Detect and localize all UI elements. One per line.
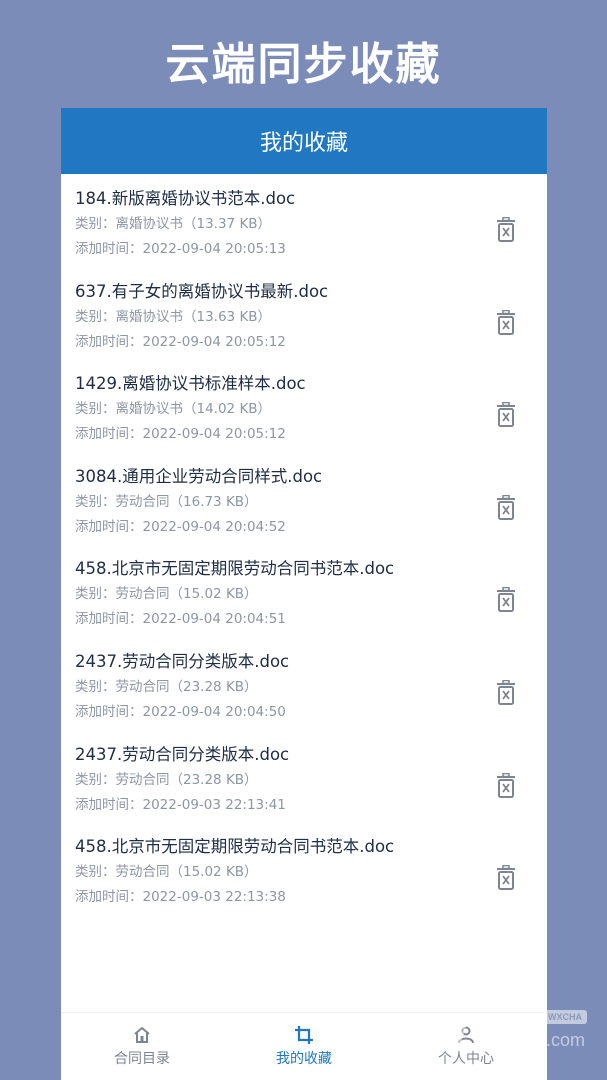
item-added-time: 添加时间：2022-09-03 22:13:41: [75, 796, 286, 813]
favorites-list: 184.新版离婚协议书范本.doc 类别：离婚协议书（13.37 KB） 添加时…: [61, 174, 547, 925]
item-category: 类别：劳动合同（23.28 KB）: [75, 678, 258, 695]
watermark-suffix: .com: [545, 1030, 585, 1050]
list-item[interactable]: 1429.离婚协议书标准样本.doc 类别：离婚协议书（14.02 KB） 添加…: [61, 369, 547, 462]
list-item[interactable]: 458.北京市无固定期限劳动合同书范本.doc 类别：劳动合同（15.02 KB…: [61, 832, 547, 925]
nav-bar: 我的收藏: [61, 108, 547, 174]
trash-icon[interactable]: [495, 587, 517, 613]
item-added-time: 添加时间：2022-09-04 20:05:12: [75, 333, 286, 350]
trash-icon[interactable]: [495, 772, 517, 799]
list-item[interactable]: 184.新版离婚协议书范本.doc 类别：离婚协议书（13.37 KB） 添加时…: [61, 184, 547, 277]
trash-icon[interactable]: [495, 679, 517, 706]
watermark-text: 微茶: [437, 1018, 499, 1053]
tab-label: 我的收藏: [276, 1051, 332, 1067]
list-item[interactable]: 637.有子女的离婚协议书最新.doc 类别：离婚协议书（13.63 KB） 添…: [61, 277, 547, 370]
list-item[interactable]: 3084.通用企业劳动合同样式.doc 类别：劳动合同（16.73 KB） 添加…: [61, 462, 547, 555]
watermark-logo: 微茶 WXCHA .com: [429, 1008, 589, 1058]
trash-icon[interactable]: [495, 217, 517, 243]
tab-contract-catalog[interactable]: 合同目录: [61, 1013, 223, 1080]
item-category: 类别：离婚协议书（14.02 KB）: [75, 401, 272, 418]
item-added-time: 添加时间：2022-09-04 20:05:13: [75, 241, 286, 257]
watermark-badge: WXCHA: [543, 1010, 587, 1024]
item-title[interactable]: 3084.通用企业劳动合同样式.doc: [75, 464, 547, 490]
item-added-time: 添加时间：2022-09-04 20:04:50: [75, 703, 286, 720]
home-icon: [134, 1027, 150, 1043]
list-item[interactable]: 458.北京市无固定期限劳动合同书范本.doc 类别：劳动合同（15.02 KB…: [61, 554, 547, 647]
item-title[interactable]: 2437.劳动合同分类版本.doc: [75, 649, 547, 675]
item-category: 类别：劳动合同（23.28 KB）: [75, 771, 258, 788]
item-title[interactable]: 1429.离婚协议书标准样本.doc: [75, 371, 547, 397]
item-category: 类别：离婚协议书（13.63 KB）: [75, 308, 272, 325]
item-title[interactable]: 637.有子女的离婚协议书最新.doc: [75, 279, 547, 305]
item-added-time: 添加时间：2022-09-04 20:04:51: [75, 611, 286, 628]
trash-icon[interactable]: [495, 494, 517, 521]
item-category: 类别：劳动合同（15.02 KB）: [75, 864, 258, 881]
item-category: 类别：劳动合同（15.02 KB）: [75, 586, 258, 603]
item-title[interactable]: 458.北京市无固定期限劳动合同书范本.doc: [75, 556, 547, 582]
trash-icon[interactable]: [495, 865, 517, 891]
tab-label: 合同目录: [114, 1051, 170, 1067]
promo-title: 云端同步收藏: [165, 39, 442, 90]
list-item[interactable]: 2437.劳动合同分类版本.doc 类别：劳动合同（23.28 KB） 添加时间…: [61, 740, 547, 833]
phone-screen: 我的收藏 184.新版离婚协议书范本.doc 类别：离婚协议书（13.37 KB…: [61, 108, 547, 1080]
item-added-time: 添加时间：2022-09-04 20:05:12: [75, 426, 286, 443]
item-title[interactable]: 458.北京市无固定期限劳动合同书范本.doc: [75, 834, 547, 860]
item-title[interactable]: 184.新版离婚协议书范本.doc: [75, 186, 547, 212]
list-item[interactable]: 2437.劳动合同分类版本.doc 类别：劳动合同（23.28 KB） 添加时间…: [61, 647, 547, 740]
item-title[interactable]: 2437.劳动合同分类版本.doc: [75, 742, 547, 768]
trash-icon[interactable]: [495, 309, 517, 336]
item-category: 类别：离婚协议书（13.37 KB）: [75, 216, 272, 232]
item-added-time: 添加时间：2022-09-03 22:13:38: [75, 889, 286, 906]
tab-my-favorites[interactable]: 我的收藏: [223, 1013, 385, 1080]
page-title: 我的收藏: [259, 131, 348, 156]
crop-icon: [295, 1026, 313, 1044]
trash-icon[interactable]: [495, 402, 517, 428]
item-category: 类别：劳动合同（16.73 KB）: [75, 493, 258, 510]
item-added-time: 添加时间：2022-09-04 20:04:52: [75, 518, 286, 535]
